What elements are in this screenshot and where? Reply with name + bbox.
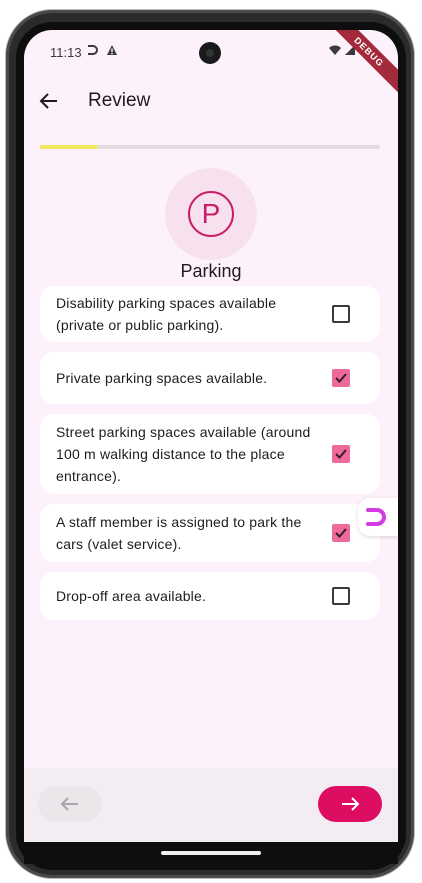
- checkmark-icon: [335, 373, 347, 383]
- item-label: Street parking spaces available (around …: [56, 424, 311, 484]
- arrow-right-icon: [342, 797, 360, 811]
- page-title: Review: [88, 90, 151, 111]
- checkmark-icon: [335, 449, 347, 459]
- list-item[interactable]: A staff member is assigned to park the c…: [40, 504, 380, 562]
- list-item[interactable]: Private parking spaces available.: [40, 352, 380, 404]
- list-item[interactable]: Street parking spaces available (around …: [40, 414, 380, 494]
- app-bar: Review: [24, 82, 398, 126]
- checkbox-checked[interactable]: [332, 445, 350, 463]
- magnet-icon: [366, 508, 386, 526]
- system-navigation-area: [24, 842, 398, 864]
- status-time: 11:13: [50, 45, 82, 60]
- list-item[interactable]: Disability parking spaces available (pri…: [40, 286, 380, 342]
- checkmark-icon: [335, 528, 347, 538]
- checkbox-unchecked[interactable]: [332, 305, 350, 323]
- notification-icon: [86, 44, 98, 59]
- item-label: Disability parking spaces available (pri…: [56, 295, 277, 333]
- back-button[interactable]: [36, 88, 62, 114]
- progress-fill: [40, 145, 98, 149]
- arrow-left-icon: [39, 93, 57, 109]
- arrow-left-icon: [60, 797, 78, 811]
- next-button[interactable]: [318, 786, 382, 822]
- checkbox-checked[interactable]: [332, 524, 350, 542]
- item-label: Private parking spaces available.: [56, 370, 268, 386]
- checkbox-checked[interactable]: [332, 369, 350, 387]
- wifi-icon: [329, 44, 341, 59]
- section-icon-circle: P: [165, 168, 257, 260]
- floating-handle-button[interactable]: [358, 498, 398, 536]
- home-gesture-bar[interactable]: [161, 851, 261, 855]
- warning-icon: [106, 44, 118, 59]
- checkbox-unchecked[interactable]: [332, 587, 350, 605]
- status-bar: 11:13 DEBUG: [24, 30, 398, 97]
- parking-icon: P: [188, 191, 234, 237]
- previous-button[interactable]: [38, 786, 102, 822]
- section-title: Parking: [180, 261, 242, 281]
- list-item[interactable]: Drop-off area available.: [40, 572, 380, 620]
- item-label: Drop-off area available.: [56, 588, 207, 604]
- progress-bar: [40, 145, 380, 149]
- item-label: A staff member is assigned to park the c…: [56, 514, 302, 552]
- front-camera: [199, 42, 221, 64]
- screen: 11:13 DEBUG Review P Parking Disability …: [24, 30, 398, 864]
